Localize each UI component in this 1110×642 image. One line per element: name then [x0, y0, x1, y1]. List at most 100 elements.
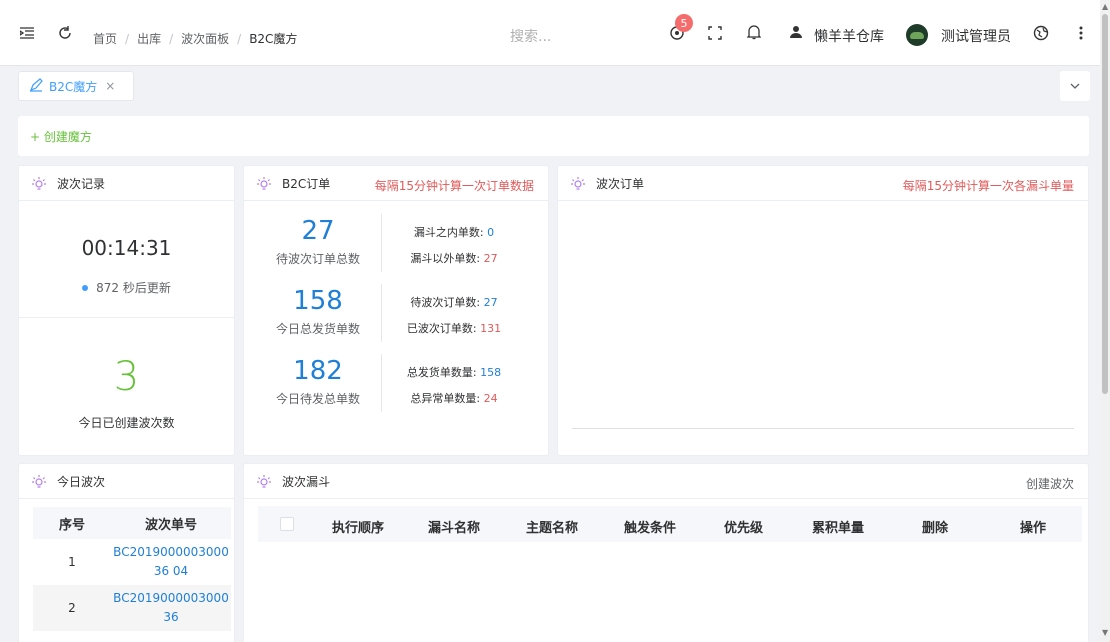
more-vertical-icon[interactable]	[1072, 24, 1090, 42]
divider	[381, 214, 382, 272]
breadcrumb-current: B2C魔方	[249, 32, 298, 46]
update-text: 872 秒后更新	[96, 281, 171, 295]
detail-waved: 已波次订单数: 131	[384, 320, 524, 336]
wave-number-link[interactable]: BC201900000300036	[111, 585, 231, 631]
card-title: 今日波次	[57, 474, 106, 489]
breadcrumb-outbound[interactable]: 出库	[137, 30, 161, 47]
bulb-icon	[570, 175, 586, 191]
detail-total-shipped: 总发货单数量: 158	[384, 364, 524, 380]
stat-label: 今日待发总单数	[275, 392, 360, 406]
column-header-delete: 删除	[922, 521, 949, 536]
search-input[interactable]: 搜索...	[510, 26, 551, 46]
b2c-orders-card: B2C订单 每隔15分钟计算一次订单数据 27 待波次订单总数 158 今日总发…	[243, 165, 549, 456]
breadcrumb-separator: /	[237, 31, 242, 46]
stat-value: 182	[293, 356, 343, 386]
column-header-priority: 优先级	[724, 521, 764, 536]
close-icon[interactable]: ×	[105, 79, 115, 93]
refresh-icon[interactable]	[56, 24, 74, 42]
column-header-funnel-name: 漏斗名称	[428, 521, 481, 536]
card-title: 波次漏斗	[282, 474, 331, 489]
chevron-down-icon[interactable]	[1060, 71, 1090, 101]
column-header-order: 执行顺序	[332, 521, 385, 536]
scroll-down-icon[interactable]: ▼	[1102, 628, 1108, 637]
refresh-note: 每隔15分钟计算一次各漏斗单量	[902, 179, 1074, 193]
stat-label: 今日总发货单数	[275, 322, 360, 336]
detail-label: 待波次订单数:	[410, 296, 484, 309]
menu-toggle-icon[interactable]	[18, 24, 36, 42]
row-index: 1	[68, 555, 76, 569]
bulb-icon	[31, 473, 47, 489]
tab-label: B2C魔方	[49, 79, 98, 94]
wave-number-link[interactable]: BC201900000300036 04	[111, 539, 231, 585]
scroll-up-icon[interactable]: ▲	[1102, 2, 1108, 11]
select-all-checkbox[interactable]	[280, 517, 294, 531]
column-header-wave-no: 波次单号	[111, 507, 231, 539]
bulb-icon	[256, 175, 272, 191]
stat-pending-wave: 27 待波次订单总数	[258, 216, 378, 267]
funnel-table-header: 执行顺序 漏斗名称 主题名称 触发条件 优先级 累积单量 删除 操作	[258, 506, 1082, 542]
card-title: 波次订单	[596, 176, 645, 191]
create-cube-button[interactable]: + 创建魔方	[30, 128, 92, 145]
notification-badge: 5	[675, 14, 693, 32]
detail-value: 24	[483, 392, 498, 405]
create-wave-button[interactable]: 创建波次	[1026, 475, 1074, 492]
detail-label: 漏斗之内单数:	[413, 226, 488, 239]
vertical-scrollbar[interactable]: ▲ ▼	[1100, 0, 1110, 642]
wave-funnel-card: 波次漏斗 创建波次 执行顺序 漏斗名称 主题名称 触发条件 优先级 累积单量 删…	[243, 463, 1089, 642]
detail-label: 总异常单数量:	[410, 392, 484, 405]
divider	[381, 284, 382, 342]
column-header-topic-name: 主题名称	[526, 521, 579, 536]
fullscreen-icon[interactable]	[706, 24, 724, 42]
row-index: 2	[33, 585, 111, 631]
column-header-trigger: 触发条件	[624, 521, 677, 536]
stat-value: 27	[301, 216, 335, 246]
user-name[interactable]: 测试管理员	[941, 26, 1011, 46]
today-waves-table: 序号 波次单号 1 BC201900000300036 04 2 BC20190…	[33, 507, 231, 631]
card-header: B2C订单 每隔15分钟计算一次订单数据	[244, 166, 548, 201]
table-row: 1 BC201900000300036 04	[33, 539, 231, 585]
detail-label: 总发货单数量:	[406, 366, 481, 379]
detail-pending-wave: 待波次订单数: 27	[384, 294, 524, 310]
cube-edit-icon	[29, 77, 43, 95]
tab-b2c-cube[interactable]: B2C魔方 ×	[18, 71, 134, 101]
warehouse-name[interactable]: 懒羊羊仓库	[814, 26, 884, 46]
chart-baseline	[572, 428, 1074, 429]
avatar[interactable]	[906, 24, 928, 46]
bulb-icon	[256, 473, 272, 489]
divider	[381, 354, 382, 412]
divider	[19, 317, 234, 318]
detail-label: 漏斗以外单数:	[410, 252, 484, 265]
scrollbar-thumb[interactable]	[1102, 14, 1108, 394]
breadcrumb-home[interactable]: 首页	[93, 30, 117, 47]
tabs-bar: B2C魔方 ×	[0, 66, 1100, 108]
stat-today-shipped: 158 今日总发货单数	[258, 286, 378, 337]
breadcrumb-wave-panel[interactable]: 波次面板	[181, 30, 229, 47]
today-waves-card: 今日波次 序号 波次单号 1 BC201900000300036 04 2 BC…	[18, 463, 235, 642]
top-header: 首页 / 出库 / 波次面板 / B2C魔方 搜索... 5 懒羊羊仓库 测试管…	[0, 0, 1100, 66]
column-header-accumulated: 累积单量	[812, 521, 865, 536]
detail-value: 158	[480, 366, 502, 379]
card-header: 波次订单 每隔15分钟计算一次各漏斗单量	[558, 166, 1088, 201]
created-wave-label: 今日已创建波次数	[78, 416, 175, 430]
detail-in-funnel: 漏斗之内单数: 0	[384, 224, 524, 240]
detail-total-exception: 总异常单数量: 24	[384, 390, 524, 406]
detail-value: 131	[480, 322, 502, 335]
wave-record-card: 波次记录 00:14:31 872 秒后更新 3 今日已创建波次数	[18, 165, 235, 456]
column-header-index: 序号	[33, 507, 111, 539]
detail-out-funnel: 漏斗以外单数: 27	[384, 250, 524, 266]
bell-icon[interactable]	[745, 23, 763, 41]
stat-label: 待波次订单总数	[275, 252, 360, 266]
breadcrumb-separator: /	[169, 31, 174, 46]
breadcrumb: 首页 / 出库 / 波次面板 / B2C魔方	[93, 30, 297, 47]
wave-timer: 00:14:31	[81, 236, 172, 260]
detail-value: 0	[487, 226, 495, 239]
card-title: B2C订单	[282, 176, 331, 191]
wave-orders-card: 波次订单 每隔15分钟计算一次各漏斗单量	[557, 165, 1089, 456]
table-row: 2 BC201900000300036	[33, 585, 231, 631]
globe-icon[interactable]	[1032, 24, 1050, 42]
card-header: 波次记录	[19, 166, 234, 201]
breadcrumb-separator: /	[125, 31, 130, 46]
user-icon[interactable]	[787, 23, 805, 41]
card-header: 今日波次	[19, 464, 234, 499]
create-cube-bar: + 创建魔方	[18, 116, 1089, 156]
